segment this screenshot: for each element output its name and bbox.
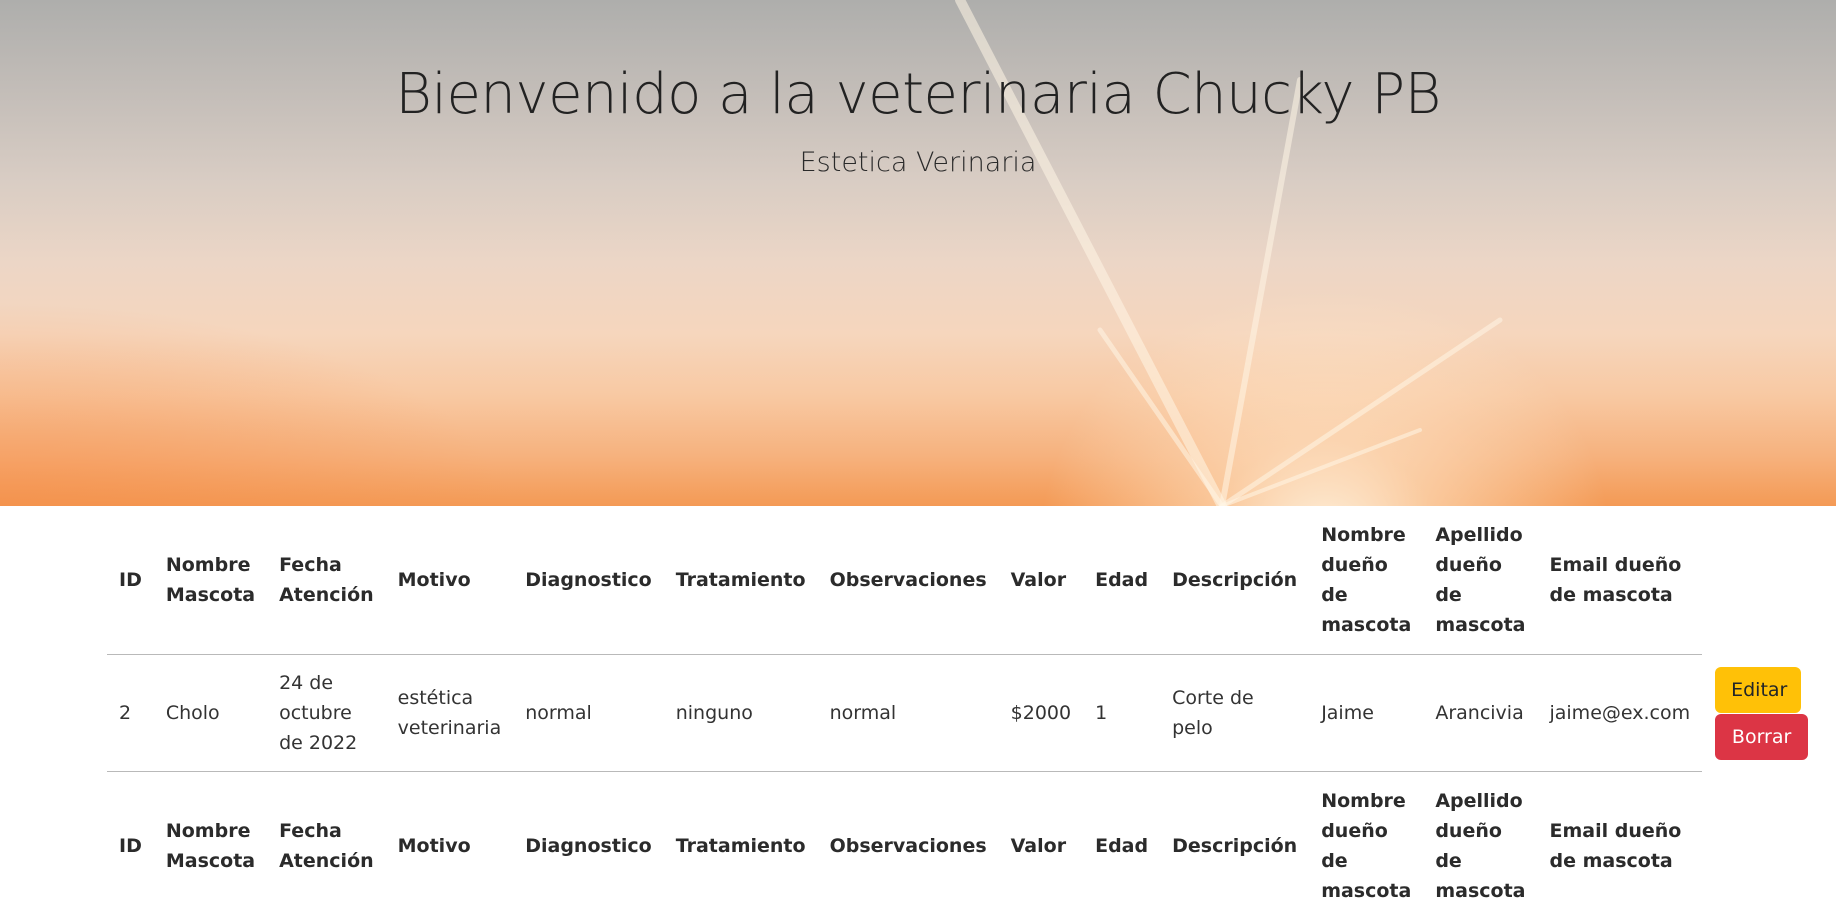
header-observations: Observaciones [818, 506, 999, 655]
header-owner-name: Nombre dueño de mascota [1309, 506, 1423, 655]
cell-treatment: ninguno [664, 655, 818, 772]
records-table: ID Nombre Mascota Fecha Atención Motivo … [107, 506, 1820, 920]
cell-observations: normal [818, 655, 999, 772]
footer-owner-name: Nombre dueño de mascota [1309, 772, 1423, 920]
header-owner-lastname: Apellido dueño de mascota [1423, 506, 1537, 655]
header-value: Valor [999, 506, 1083, 655]
delete-button[interactable]: Borrar [1715, 714, 1808, 760]
footer-age: Edad [1083, 772, 1160, 920]
table-header-row: ID Nombre Mascota Fecha Atención Motivo … [107, 506, 1820, 655]
footer-reason: Motivo [386, 772, 514, 920]
cell-owner-email: jaime@ex.com [1537, 655, 1702, 772]
footer-diagnosis: Diagnostico [513, 772, 664, 920]
footer-value: Valor [999, 772, 1083, 920]
cell-actions: Editar Borrar [1702, 655, 1820, 772]
cell-description: Corte de pelo [1160, 655, 1309, 772]
cell-diagnosis: normal [513, 655, 664, 772]
footer-owner-email: Email dueño de mascota [1537, 772, 1702, 920]
cell-reason: estética veterinaria [386, 655, 514, 772]
footer-pet-name: Nombre Mascota [154, 772, 267, 920]
footer-description: Descripción [1160, 772, 1309, 920]
hero-banner: Bienvenido a la veterinaria Chucky PB Es… [0, 0, 1836, 506]
footer-date: Fecha Atención [267, 772, 386, 920]
cell-owner-name: Jaime [1309, 655, 1423, 772]
cell-id: 2 [107, 655, 154, 772]
header-date: Fecha Atención [267, 506, 386, 655]
page-subtitle: Estetica Verinaria [0, 147, 1836, 178]
edit-button[interactable]: Editar [1715, 667, 1801, 713]
header-pet-name: Nombre Mascota [154, 506, 267, 655]
footer-id: ID [107, 772, 154, 920]
header-description: Descripción [1160, 506, 1309, 655]
header-id: ID [107, 506, 154, 655]
cell-pet-name: Cholo [154, 655, 267, 772]
header-actions [1702, 506, 1820, 655]
footer-owner-lastname: Apellido dueño de mascota [1423, 772, 1537, 920]
footer-observations: Observaciones [818, 772, 999, 920]
records-table-container: ID Nombre Mascota Fecha Atención Motivo … [107, 506, 1807, 920]
cell-age: 1 [1083, 655, 1160, 772]
table-row: 2 Cholo 24 de octubre de 2022 estética v… [107, 655, 1820, 772]
cell-value: $2000 [999, 655, 1083, 772]
cell-owner-lastname: Arancivia [1423, 655, 1537, 772]
header-reason: Motivo [386, 506, 514, 655]
header-treatment: Tratamiento [664, 506, 818, 655]
header-age: Edad [1083, 506, 1160, 655]
header-diagnosis: Diagnostico [513, 506, 664, 655]
header-owner-email: Email dueño de mascota [1537, 506, 1702, 655]
footer-treatment: Tratamiento [664, 772, 818, 920]
cell-date: 24 de octubre de 2022 [267, 655, 386, 772]
table-footer-row: ID Nombre Mascota Fecha Atención Motivo … [107, 772, 1820, 920]
footer-actions [1702, 772, 1820, 920]
page-title: Bienvenido a la veterinaria Chucky PB [0, 62, 1836, 127]
